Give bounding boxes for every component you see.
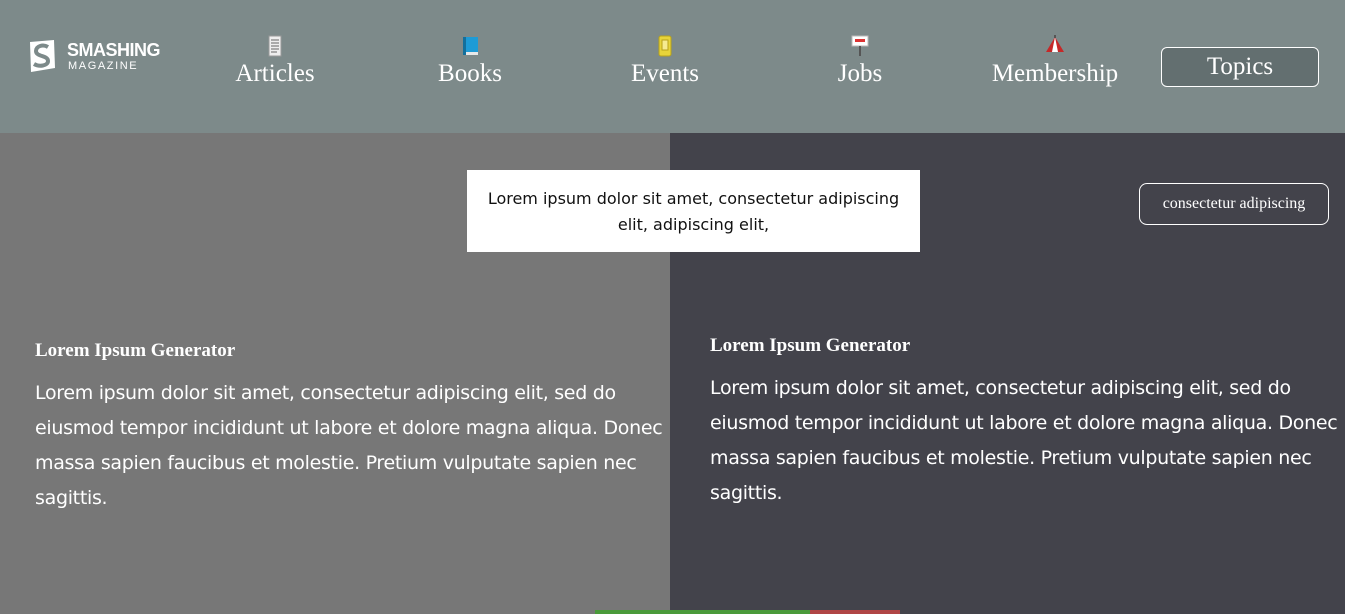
consectetur-adipiscing-button[interactable]: consectetur adipiscing bbox=[1139, 183, 1329, 225]
nav-item-articles[interactable]: Articles bbox=[200, 34, 350, 88]
events-icon bbox=[658, 35, 672, 57]
left-article-title: Lorem Ipsum Generator bbox=[35, 340, 236, 361]
smashing-magazine-logo[interactable]: SMASHING MAGAZINE bbox=[24, 38, 174, 88]
nav-label-jobs: Jobs bbox=[837, 60, 883, 87]
smashing-s-logo-icon bbox=[30, 40, 55, 72]
nav-item-jobs[interactable]: Jobs bbox=[785, 34, 935, 88]
nav-label-membership: Membership bbox=[991, 60, 1119, 87]
left-article-body: Lorem ipsum dolor sit amet, consectetur … bbox=[35, 382, 663, 509]
right-article: Lorem Ipsum Generator Lorem ipsum dolor … bbox=[710, 335, 1342, 511]
bottom-green-bar bbox=[595, 610, 810, 614]
nav-label-events: Events bbox=[630, 60, 700, 87]
left-article: Lorem Ipsum Generator Lorem ipsum dolor … bbox=[35, 340, 670, 516]
jobs-sign-icon bbox=[851, 35, 869, 56]
right-article-body: Lorem ipsum dolor sit amet, consectetur … bbox=[710, 377, 1338, 504]
brand-name: SMASHING bbox=[67, 40, 161, 60]
bottom-red-bar bbox=[810, 610, 900, 614]
tooltip-text: Lorem ipsum dolor sit amet, consectetur … bbox=[487, 189, 900, 234]
nav-item-events[interactable]: Events bbox=[590, 34, 740, 88]
brand-tagline: MAGAZINE bbox=[68, 60, 139, 72]
tooltip-popup: Lorem ipsum dolor sit amet, consectetur … bbox=[467, 170, 920, 252]
membership-tent-icon bbox=[1046, 35, 1064, 52]
top-navigation-bar: SMASHING MAGAZINE Articles Books Events bbox=[0, 0, 1345, 133]
nav-label-books: Books bbox=[438, 60, 502, 87]
article-icon bbox=[268, 35, 282, 57]
book-icon bbox=[463, 37, 478, 55]
right-article-title: Lorem Ipsum Generator bbox=[710, 335, 911, 356]
nav-label-articles: Articles bbox=[235, 60, 315, 87]
nav-item-books[interactable]: Books bbox=[395, 34, 545, 88]
nav-item-membership[interactable]: Membership bbox=[980, 34, 1130, 88]
topics-button[interactable]: Topics bbox=[1161, 47, 1319, 87]
